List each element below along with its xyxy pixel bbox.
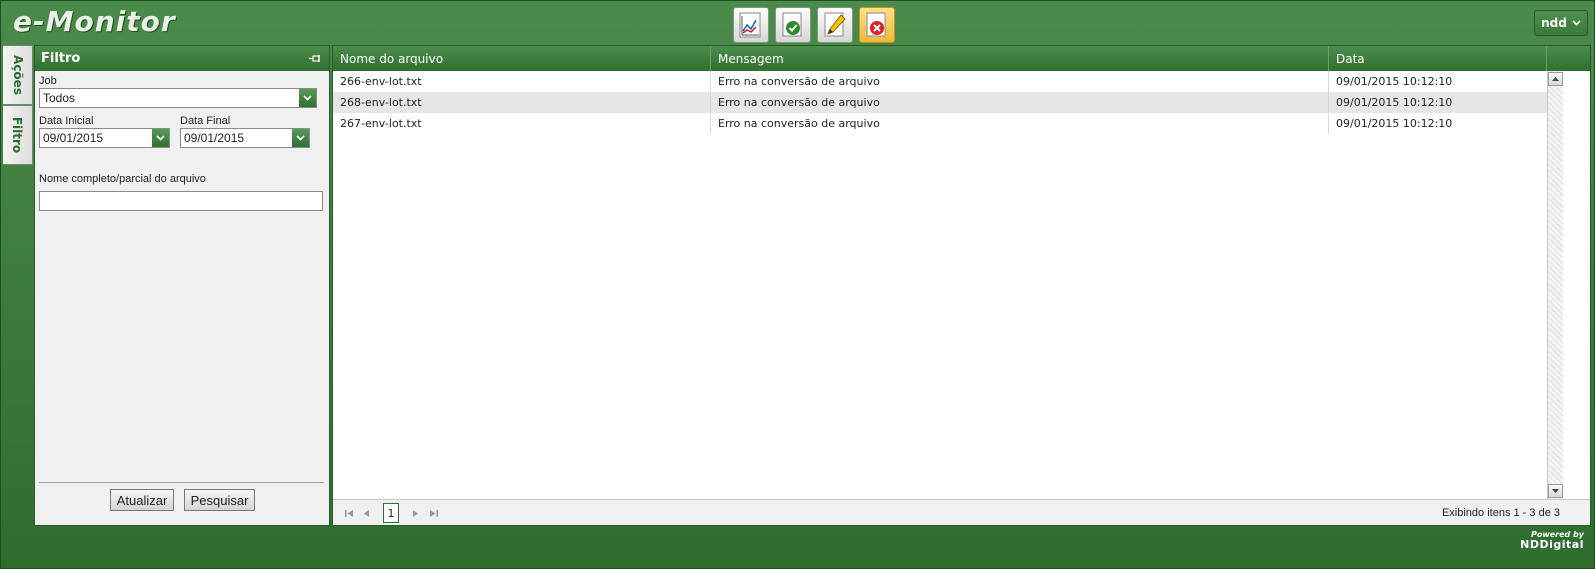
cell-message: Erro na conversão de arquivo [711,71,1329,92]
last-page-icon [429,509,438,517]
column-header-message[interactable]: Mensagem [711,46,1329,71]
job-select[interactable]: Todos [39,88,317,108]
edit-document-icon [824,12,846,37]
job-label: Job [39,75,57,87]
first-page-button[interactable] [343,507,355,519]
end-date-picker[interactable]: 09/01/2015 [180,128,310,148]
filter-panel: Filtro Job Todos Data Inicial 09/01/2015… [34,45,330,526]
last-page-button[interactable] [427,507,439,519]
chevron-down-icon [303,95,312,101]
column-header-filename[interactable]: Nome do arquivo [333,46,711,71]
cell-message: Erro na conversão de arquivo [711,92,1329,113]
brand-name: NDDigital [1520,538,1584,551]
job-select-value: Todos [43,91,76,105]
header: e-Monitor ndd [1,1,1595,45]
page-number-button[interactable]: 1 [383,503,399,523]
end-date-value: 09/01/2015 [184,131,245,145]
pager-info: Exibindo itens 1 - 3 de 3 [1441,507,1560,519]
column-header-date[interactable]: Data [1329,46,1547,71]
tab-actions[interactable]: Ações [3,45,33,105]
side-tabs: Ações Filtro [3,45,33,165]
next-page-button[interactable] [409,507,421,519]
job-dropdown-button[interactable] [299,89,316,107]
start-date-picker[interactable]: 09/01/2015 [39,128,170,148]
cell-date: 09/01/2015 10:12:10 [1336,96,1453,109]
end-date-label: Data Final [180,115,231,127]
chevron-down-icon [1572,20,1581,26]
filename-label: Nome completo/parcial do arquivo [39,173,206,185]
cell-message: Erro na conversão de arquivo [711,113,1329,134]
arrow-down-icon [1552,489,1559,493]
cell-filename: 266-env-lot.txt [333,71,711,92]
next-page-icon [413,509,418,517]
pin-icon[interactable] [309,54,321,64]
chevron-down-icon [156,135,165,141]
filter-panel-title: Filtro [41,51,81,66]
prev-page-button[interactable] [361,507,373,519]
app-logo: e-Monitor [13,5,176,38]
success-tool-button[interactable] [775,7,811,43]
pager: 1 Exibindo itens 1 - 3 de 3 [333,499,1590,525]
filter-panel-header: Filtro [35,46,329,71]
check-document-icon [782,12,802,37]
panel-divider [39,482,324,483]
arrow-up-icon [1552,77,1559,81]
first-page-icon [344,509,353,517]
filename-input[interactable] [39,191,323,211]
app-window: e-Monitor ndd Ações Filtro Filtro Job To… [0,0,1595,569]
scroll-up-button[interactable] [1548,72,1563,86]
tab-filter[interactable]: Filtro [3,105,33,165]
chart-icon [739,12,761,38]
grid-header: Nome do arquivo Mensagem Data [333,46,1590,71]
end-date-dropdown-button[interactable] [292,129,309,147]
edit-tool-button[interactable] [817,7,853,43]
cell-filename: 267-env-lot.txt [333,113,711,134]
refresh-button[interactable]: Atualizar [110,489,174,511]
prev-page-icon [364,509,369,517]
chevron-down-icon [296,135,305,141]
table-row[interactable]: 266-env-lot.txt Erro na conversão de arq… [333,71,1547,92]
cell-date: 09/01/2015 10:12:10 [1336,117,1453,130]
vertical-scrollbar[interactable] [1547,71,1563,499]
start-date-dropdown-button[interactable] [152,129,169,147]
error-tool-button[interactable] [859,7,895,43]
chart-tool-button[interactable] [733,7,769,43]
scroll-down-button[interactable] [1548,484,1563,498]
table-row[interactable]: 268-env-lot.txt Erro na conversão de arq… [333,92,1547,113]
powered-by-logo: Powered by NDDigital [1520,531,1584,551]
toolbar [733,7,895,43]
tab-filter-label: Filtro [10,116,25,154]
cell-filename: 268-env-lot.txt [333,92,711,113]
error-document-icon [866,12,886,37]
tab-actions-label: Ações [10,55,25,95]
user-name: ndd [1541,16,1567,30]
cell-date: 09/01/2015 10:12:10 [1336,75,1453,88]
results-grid: Nome do arquivo Mensagem Data 266-env-lo… [332,45,1591,526]
start-date-label: Data Inicial [39,115,94,127]
table-row[interactable]: 267-env-lot.txt Erro na conversão de arq… [333,113,1547,134]
user-menu-button[interactable]: ndd [1534,10,1588,36]
search-button[interactable]: Pesquisar [184,489,255,511]
start-date-value: 09/01/2015 [43,131,104,145]
